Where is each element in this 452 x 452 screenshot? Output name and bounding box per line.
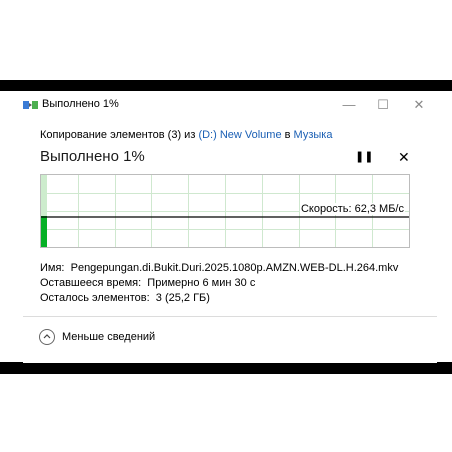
dialog-footer: Меньше сведений (23, 316, 437, 363)
source-link[interactable]: (D:) New Volume (198, 129, 281, 141)
name-row: Имя: Pengepungan.di.Bukit.Duri.2025.1080… (40, 261, 398, 276)
chevron-up-icon (39, 329, 55, 345)
destination-link[interactable]: Музыка (294, 129, 333, 141)
pause-icon: ❚❚ (355, 151, 374, 163)
screenshot-frame: Выполнено 1% — ☐ ✕ Копирование элементов… (0, 0, 452, 452)
operation-description: Копирование элементов (3) из (D:) New Vo… (40, 129, 332, 141)
items-remaining-row: Осталось элементов: 3 (25,2 ГБ) (40, 291, 398, 306)
title-bar[interactable]: Выполнено 1% — ☐ ✕ (23, 91, 437, 119)
time-value: Примерно 6 мин 30 с (147, 277, 256, 289)
speed-graph: Скорость: 62,3 МБ/с (40, 174, 410, 248)
maximize-button[interactable]: ☐ (373, 95, 393, 115)
operation-prefix: Копирование элементов (3) из (40, 129, 199, 141)
copy-dialog: Выполнено 1% — ☐ ✕ Копирование элементов… (23, 91, 437, 363)
letterbox-bottom (0, 362, 452, 374)
operation-middle: в (281, 129, 294, 141)
close-window-button[interactable]: ✕ (409, 95, 429, 115)
time-label: Оставшееся время: (40, 277, 142, 289)
speed-label: Скорость: 62,3 МБ/с (299, 203, 405, 215)
items-value: 3 (25,2 ГБ) (155, 292, 210, 304)
close-icon: ✕ (398, 149, 410, 165)
progress-title: Выполнено 1% (40, 148, 145, 165)
less-details-label: Меньше сведений (62, 331, 156, 343)
speed-area (41, 216, 47, 247)
stop-button[interactable]: ✕ (398, 149, 410, 166)
name-value: Pengepungan.di.Bukit.Duri.2025.1080p.AMZ… (70, 262, 399, 274)
items-label: Осталось элементов: (40, 292, 150, 304)
transfer-details: Имя: Pengepungan.di.Bukit.Duri.2025.1080… (40, 261, 398, 306)
pause-button[interactable]: ❚❚ (355, 150, 373, 163)
time-remaining-row: Оставшееся время: Примерно 6 мин 30 с (40, 276, 398, 291)
copy-files-icon (23, 101, 38, 109)
letterbox-top (0, 80, 452, 91)
minimize-button[interactable]: — (339, 95, 359, 115)
window-title: Выполнено 1% (42, 98, 119, 110)
name-label: Имя: (40, 262, 65, 274)
